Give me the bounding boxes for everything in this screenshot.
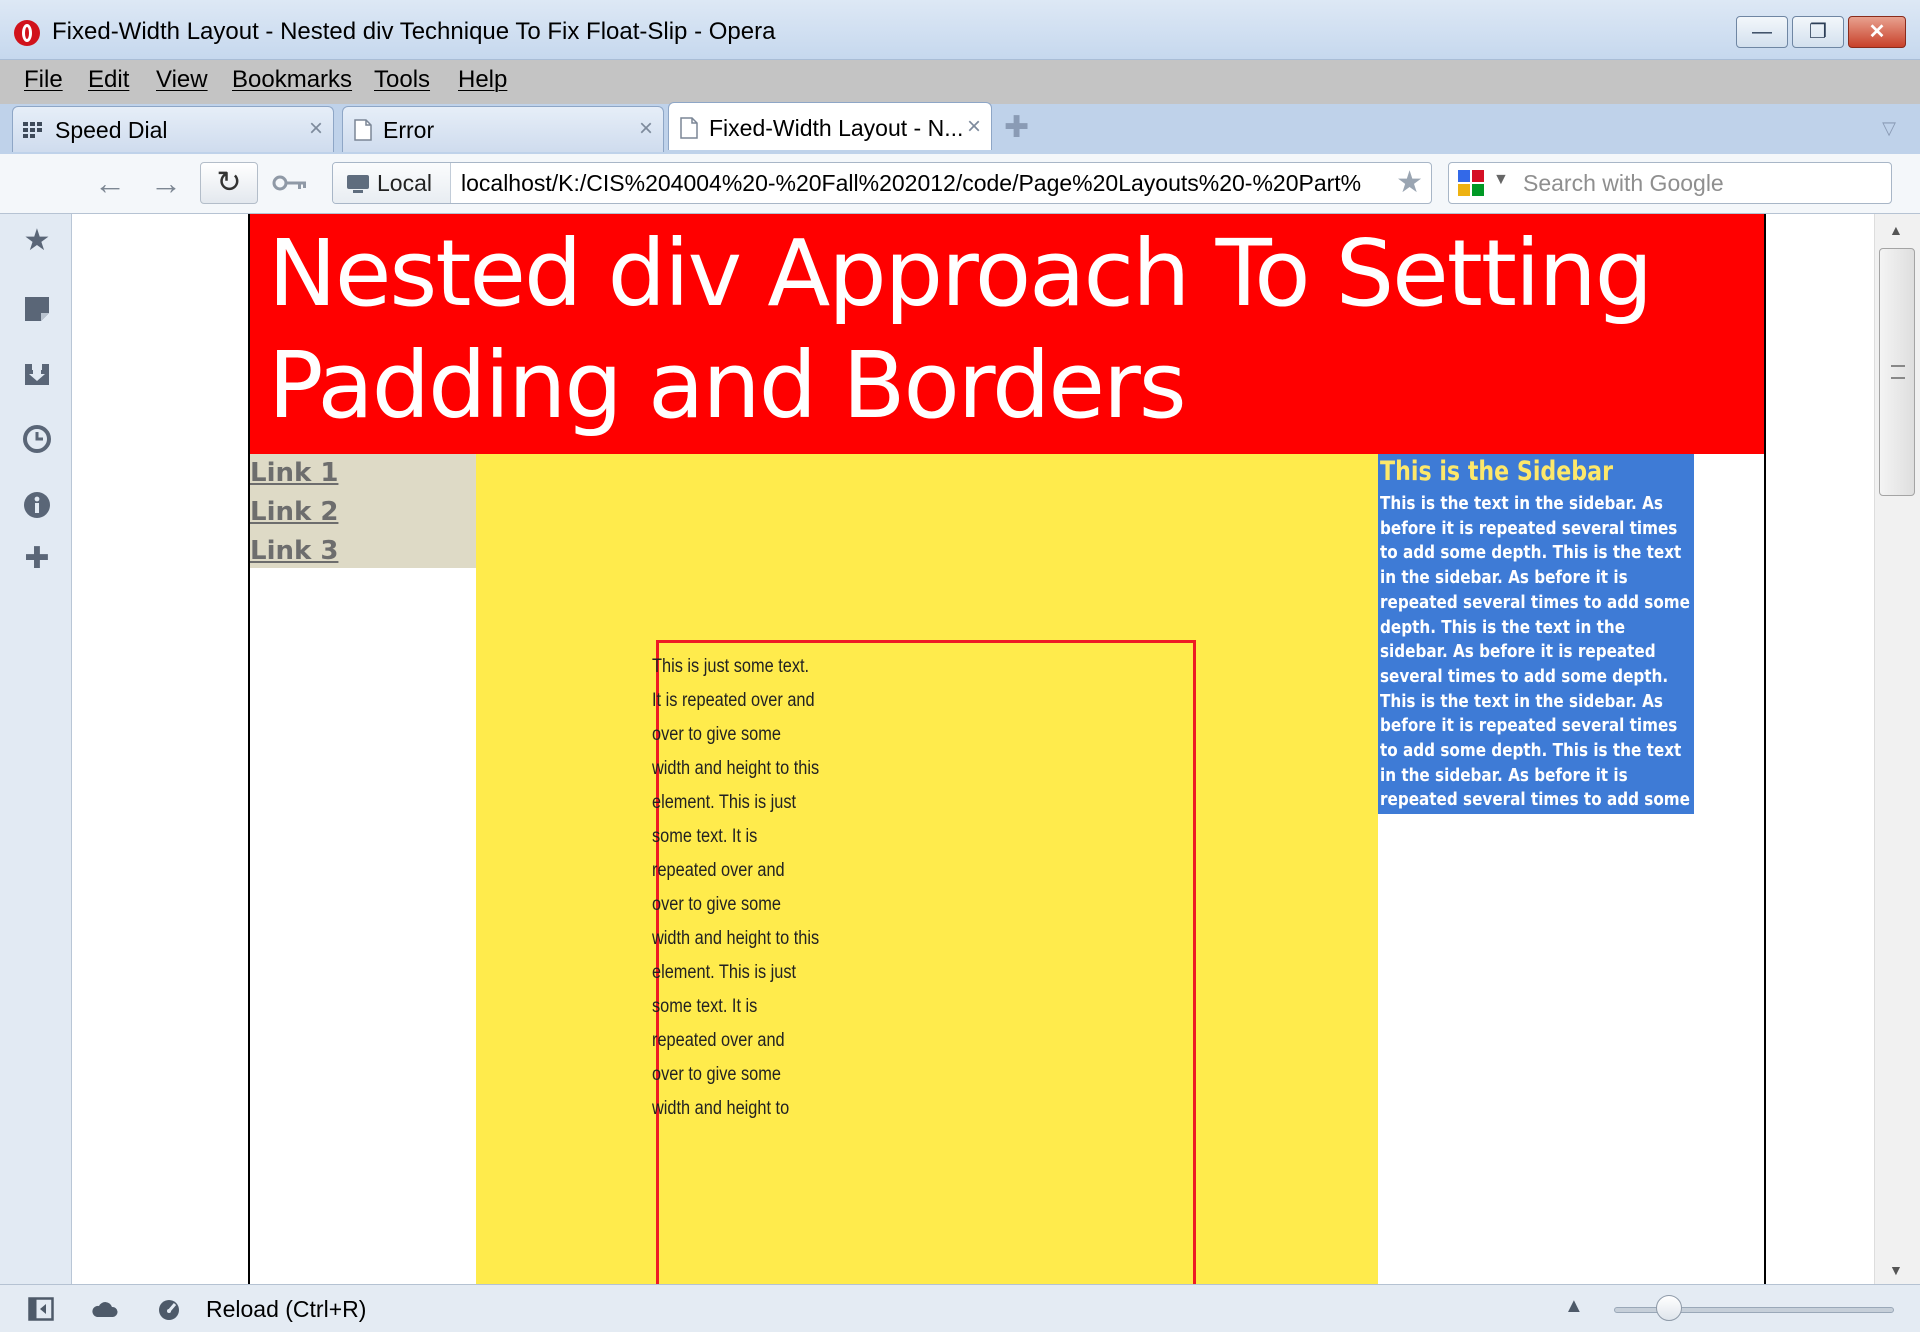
info-icon[interactable]	[22, 490, 52, 520]
close-window-button[interactable]: ✕	[1848, 16, 1906, 48]
menu-view[interactable]: View	[156, 66, 208, 94]
page-wrapper: Nested div Approach To Setting Padding a…	[248, 214, 1766, 1284]
page-icon	[680, 117, 698, 139]
nav-link-3[interactable]: Link 3	[250, 536, 338, 566]
speed-dial-icon	[23, 122, 42, 138]
vertical-scrollbar[interactable]: ▲ ▼	[1874, 214, 1920, 1284]
search-field[interactable]: ▼ Search with Google	[1448, 162, 1892, 204]
scroll-down-arrow-icon[interactable]: ▼	[1889, 1262, 1903, 1278]
google-logo-icon	[1458, 170, 1484, 196]
status-text: Reload (Ctrl+R)	[206, 1296, 367, 1322]
nav-menu: Link 1 Link 2 Link 3	[250, 454, 476, 568]
monitor-icon	[347, 175, 369, 193]
side-panel: ★ ✚	[0, 214, 72, 1284]
minimize-button[interactable]: —	[1736, 16, 1788, 48]
tab-label: Error	[383, 117, 435, 143]
maximize-icon: ❐	[1809, 21, 1827, 43]
tab-label: Speed Dial	[55, 117, 168, 143]
navigation-toolbar: ← → ↻ Local localhost/K:/CIS%204004%20-%…	[0, 154, 1920, 214]
forward-arrow-icon[interactable]: →	[150, 162, 182, 204]
reload-button[interactable]: ↻	[200, 162, 258, 204]
search-placeholder: Search with Google	[1523, 170, 1724, 196]
menu-bar: File Edit View Bookmarks Tools Help	[0, 60, 1920, 104]
local-site-badge[interactable]: Local	[333, 163, 451, 203]
scroll-grip-icon	[1891, 365, 1905, 379]
minimize-icon: —	[1752, 21, 1772, 43]
url-text[interactable]: localhost/K:/CIS%204004%20-%20Fall%20201…	[461, 170, 1361, 197]
opera-logo-icon	[14, 20, 40, 46]
sidebar-text: This is the text in the sidebar. As befo…	[1380, 493, 1690, 811]
search-engine-dropdown-icon[interactable]: ▼	[1493, 171, 1509, 189]
reload-icon: ↻	[216, 166, 242, 199]
zoom-up-arrow-icon[interactable]: ▲	[1564, 1295, 1584, 1318]
tab-close-icon[interactable]: ×	[309, 115, 323, 143]
bookmark-star-icon[interactable]: ★	[1396, 165, 1423, 200]
page-header: Nested div Approach To Setting Padding a…	[250, 214, 1764, 454]
address-bar[interactable]: Local localhost/K:/CIS%204004%20-%20Fall…	[332, 162, 1432, 204]
turbo-speedometer-icon[interactable]	[156, 1297, 182, 1321]
tab-speed-dial[interactable]: Speed Dial ×	[12, 106, 334, 152]
maximize-button[interactable]: ❐	[1792, 16, 1844, 48]
page-viewport: Nested div Approach To Setting Padding a…	[72, 214, 1874, 1284]
local-badge-label: Local	[377, 170, 432, 196]
back-arrow-icon[interactable]: ←	[94, 162, 126, 204]
tab-list-chevron-down-icon[interactable]: ▽	[1882, 118, 1896, 139]
tab-close-icon[interactable]: ×	[639, 115, 653, 143]
history-clock-icon[interactable]	[22, 424, 52, 454]
downloads-icon[interactable]	[22, 358, 52, 388]
menu-file[interactable]: File	[24, 66, 63, 94]
page-heading: Nested div Approach To Setting Padding a…	[268, 220, 1653, 439]
zoom-slider-knob[interactable]	[1656, 1295, 1682, 1321]
content-text: This is just some text. It is repeated o…	[652, 656, 820, 1119]
menu-tools[interactable]: Tools	[374, 66, 430, 94]
close-icon: ✕	[1868, 21, 1886, 43]
tab-error[interactable]: Error ×	[342, 106, 664, 152]
menu-help[interactable]: Help	[458, 66, 507, 94]
tab-label: Fixed-Width Layout - N...	[709, 115, 964, 141]
tab-close-icon[interactable]: ×	[967, 113, 981, 141]
cloud-icon[interactable]	[92, 1297, 118, 1321]
add-panel-plus-icon[interactable]: ✚	[22, 544, 52, 574]
page-icon	[354, 119, 372, 141]
scroll-thumb[interactable]	[1879, 248, 1915, 496]
menu-edit[interactable]: Edit	[88, 66, 129, 94]
window-title-bar: Fixed-Width Layout - Nested div Techniqu…	[0, 0, 1920, 60]
sidebar: This is the Sidebar This is the text in …	[1378, 454, 1694, 814]
notes-icon[interactable]	[22, 294, 52, 324]
key-icon[interactable]	[272, 172, 308, 194]
status-bar: Reload (Ctrl+R) ▲	[0, 1284, 1920, 1332]
nav-link-1[interactable]: Link 1	[250, 458, 338, 488]
sidebar-title: This is the Sidebar	[1380, 456, 1613, 487]
nav-link-2[interactable]: Link 2	[250, 497, 338, 527]
bookmarks-star-icon[interactable]: ★	[22, 226, 52, 256]
menu-bookmarks[interactable]: Bookmarks	[232, 66, 352, 94]
window-controls: — ❐ ✕	[1736, 16, 1906, 48]
window-title: Fixed-Width Layout - Nested div Techniqu…	[52, 18, 776, 45]
tab-fixed-width-layout[interactable]: Fixed-Width Layout - N... ×	[668, 102, 992, 150]
main-content: This is just some text. It is repeated o…	[476, 454, 1378, 1284]
new-tab-plus-icon[interactable]: ✚	[1004, 110, 1029, 145]
scroll-up-arrow-icon[interactable]: ▲	[1889, 222, 1903, 238]
toggle-panel-icon[interactable]	[28, 1297, 54, 1321]
